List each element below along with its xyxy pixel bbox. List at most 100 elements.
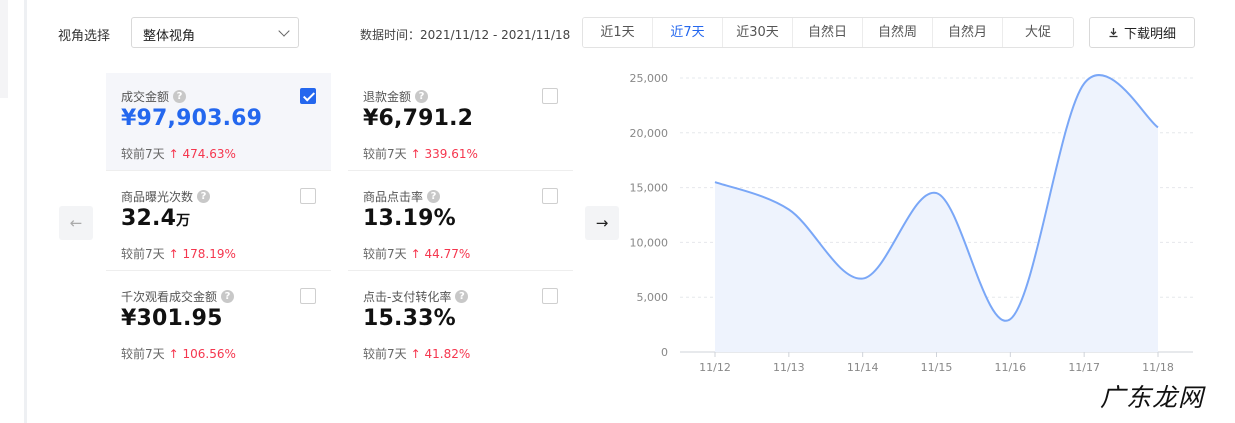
range-tab[interactable]: 自然周: [863, 18, 933, 47]
metric-value: ¥301.95: [121, 306, 223, 331]
metric-title-text: 退款金额: [363, 90, 412, 104]
view-select-value: 整体视角: [143, 29, 196, 44]
view-select-label: 视角选择: [58, 29, 111, 44]
range-tab[interactable]: 大促: [1003, 18, 1073, 47]
metric-checkbox[interactable]: [542, 288, 558, 304]
metric-card[interactable]: 商品点击率? 13.19% 较前7天 ↑ 44.77%: [348, 173, 573, 271]
arrow-up-icon: ↑: [168, 247, 179, 261]
metric-value: 13.19%: [363, 206, 456, 231]
change-up: ↑ 474.63%: [169, 147, 236, 161]
series-area: [715, 75, 1158, 352]
help-icon[interactable]: ?: [427, 190, 441, 203]
arrow-up-icon: ↑: [410, 347, 421, 361]
change-value: 474.63%: [182, 147, 236, 161]
compare-label: 较前7天: [121, 247, 165, 261]
help-icon[interactable]: ?: [173, 90, 187, 103]
metric-title-text: 商品点击率: [363, 190, 424, 204]
metric-title: 商品点击率?: [363, 188, 441, 205]
metric-card[interactable]: 成交金额? ¥97,903.69 较前7天 ↑ 474.63%: [106, 73, 331, 171]
metric-value: 32.4万: [121, 206, 190, 231]
metric-checkbox[interactable]: [300, 88, 316, 104]
left-rail: [0, 0, 8, 98]
x-tick-label: 11/18: [1142, 361, 1174, 374]
next-button[interactable]: →: [585, 206, 619, 240]
card-divider: [348, 270, 573, 271]
metric-compare: 较前7天 ↑ 41.82%: [363, 345, 470, 362]
metric-title: 点击-支付转化率?: [363, 288, 469, 305]
x-tick-label: 11/14: [847, 361, 879, 374]
y-tick-label: 5,000: [637, 291, 669, 304]
card-divider: [106, 270, 331, 271]
metric-card[interactable]: 点击-支付转化率? 15.33% 较前7天 ↑ 41.82%: [348, 273, 573, 371]
change-value: 178.19%: [182, 247, 236, 261]
metric-title-text: 千次观看成交金额: [121, 290, 218, 304]
metric-checkbox[interactable]: [300, 188, 316, 204]
compare-label: 较前7天: [121, 147, 165, 161]
change-up: ↑ 41.82%: [411, 347, 471, 361]
range-tab[interactable]: 自然日: [793, 18, 863, 47]
help-icon[interactable]: ?: [455, 290, 469, 303]
arrow-up-icon: ↑: [168, 347, 179, 361]
x-tick-label: 11/17: [1068, 361, 1100, 374]
metric-value-number: ¥301.95: [121, 306, 223, 331]
metric-card[interactable]: 退款金额? ¥6,791.2 较前7天 ↑ 339.61%: [348, 73, 573, 171]
chevron-down-icon: [278, 25, 290, 37]
compare-label: 较前7天: [363, 247, 407, 261]
metric-checkbox[interactable]: [542, 88, 558, 104]
arrow-up-icon: ↑: [410, 147, 421, 161]
x-tick-label: 11/12: [699, 361, 731, 374]
download-label: 下载明细: [1123, 27, 1176, 42]
prev-button[interactable]: ←: [59, 206, 93, 240]
range-tabs: 近1天 近7天 近30天 自然日 自然周 自然月 大促: [582, 17, 1074, 48]
y-tick-label: 20,000: [630, 127, 669, 140]
metric-title-text: 点击-支付转化率: [363, 290, 452, 304]
metric-title-text: 商品曝光次数: [121, 190, 194, 204]
metric-value: ¥97,903.69: [121, 106, 262, 131]
download-icon: [1108, 27, 1119, 38]
data-time-range: 数据时间：2021/11/12 - 2021/11/18: [360, 28, 571, 42]
arrow-up-icon: ↑: [168, 147, 179, 161]
change-up: ↑ 106.56%: [169, 347, 236, 361]
metric-title: 千次观看成交金额?: [121, 288, 235, 305]
x-tick-label: 11/16: [994, 361, 1026, 374]
change-up: ↑ 339.61%: [411, 147, 478, 161]
range-tab[interactable]: 近1天: [583, 18, 653, 47]
trend-chart-svg: 0 5,000 10,000 15,000 20,000 25,000 11/12 11/13…: [630, 72, 1193, 374]
metric-value-number: 13.19%: [363, 206, 456, 231]
metric-card[interactable]: 商品曝光次数? 32.4万 较前7天 ↑ 178.19%: [106, 173, 331, 271]
y-tick-label: 15,000: [630, 182, 669, 195]
view-select[interactable]: 整体视角: [131, 17, 299, 48]
change-up: ↑ 44.77%: [411, 247, 471, 261]
metric-card[interactable]: 千次观看成交金额? ¥301.95 较前7天 ↑ 106.56%: [106, 273, 331, 371]
card-divider: [106, 170, 331, 171]
help-icon[interactable]: ?: [221, 290, 235, 303]
compare-label: 较前7天: [363, 147, 407, 161]
watermark-logo: 广东龙网: [1100, 383, 1205, 412]
metric-value-number: ¥97,903.69: [121, 106, 263, 131]
filter-bar: 视角选择 整体视角 数据时间：2021/11/12 - 2021/11/18 近…: [58, 17, 1198, 48]
metric-title-text: 成交金额: [121, 90, 170, 104]
metric-value: ¥6,791.2: [363, 106, 473, 131]
y-tick-label: 25,000: [630, 72, 669, 85]
metric-value-number: ¥6,791.2: [363, 106, 474, 131]
range-tab[interactable]: 近30天: [723, 18, 793, 47]
metric-checkbox[interactable]: [542, 188, 558, 204]
change-value: 339.61%: [424, 147, 478, 161]
metric-compare: 较前7天 ↑ 178.19%: [121, 245, 236, 262]
left-divider: [24, 0, 27, 423]
metric-value-number: 15.33%: [363, 306, 456, 331]
metric-title: 成交金额?: [121, 88, 187, 105]
download-detail-button[interactable]: 下载明细: [1089, 17, 1195, 48]
change-value: 106.56%: [182, 347, 236, 361]
help-icon[interactable]: ?: [197, 190, 211, 203]
help-icon[interactable]: ?: [415, 90, 429, 103]
card-divider: [348, 170, 573, 171]
range-tab[interactable]: 近7天: [653, 18, 723, 47]
metric-compare: 较前7天 ↑ 339.61%: [363, 145, 478, 162]
metric-compare: 较前7天 ↑ 106.56%: [121, 345, 236, 362]
y-tick-label: 0: [661, 346, 668, 359]
change-up: ↑ 178.19%: [169, 247, 236, 261]
range-tab[interactable]: 自然月: [933, 18, 1003, 47]
arrow-right-icon: →: [595, 214, 609, 232]
metric-checkbox[interactable]: [300, 288, 316, 304]
